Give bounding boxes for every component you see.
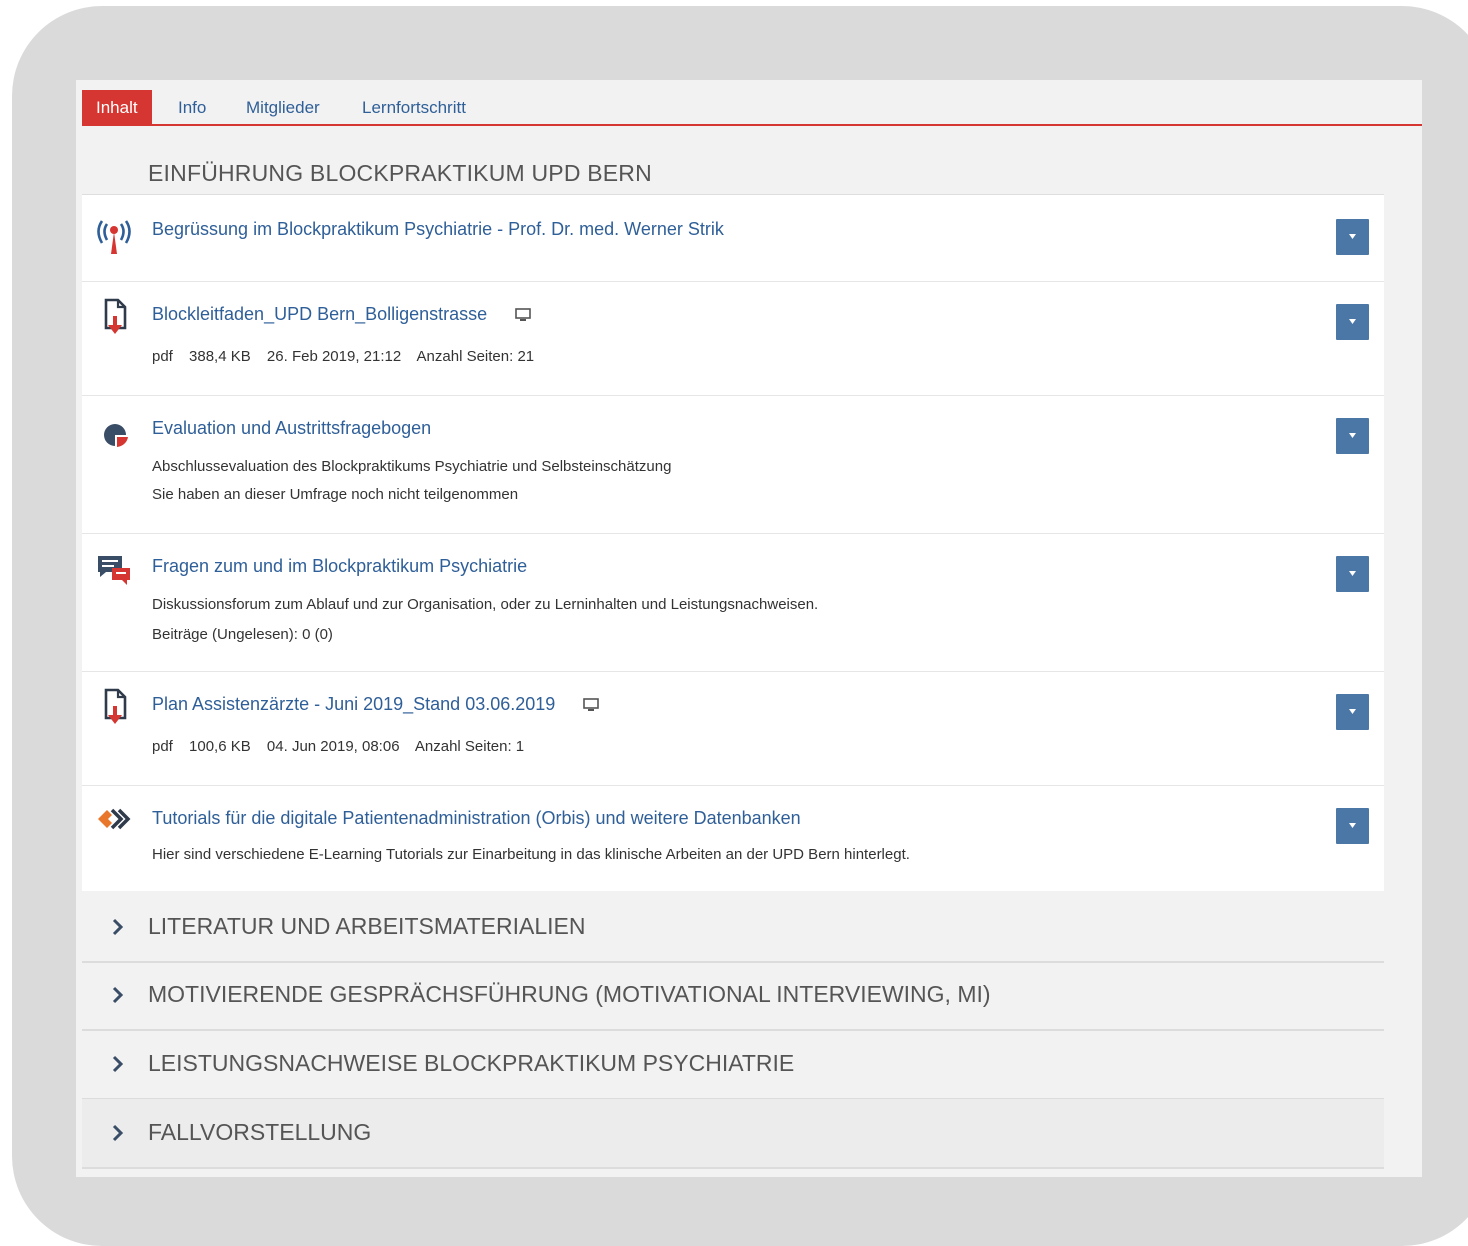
- item-list: Begrüssung im Blockpraktikum Psychiatrie…: [82, 195, 1384, 891]
- list-item: Plan Assistenzärzte - Juni 2019_Stand 03…: [82, 672, 1384, 786]
- collapsed-section[interactable]: LITERATUR UND ARBEITSMATERIALIEN: [82, 893, 1384, 963]
- monitor-icon: [514, 307, 532, 323]
- file-meta: pdf 100,6 KB 04. Jun 2019, 08:06 Anzahl …: [152, 738, 536, 755]
- file-meta: pdf 388,4 KB 26. Feb 2019, 21:12 Anzahl …: [152, 348, 546, 365]
- file-download-icon: [92, 684, 136, 728]
- item-actions-button[interactable]: [1336, 694, 1369, 730]
- broadcast-icon: [92, 211, 136, 255]
- item-title-link[interactable]: Tutorials für die digitale Patientenadmi…: [152, 808, 801, 829]
- list-item: Evaluation und Austrittsfragebogen Absch…: [82, 396, 1384, 534]
- forum-icon: [92, 550, 136, 594]
- caret-down-icon: [1349, 319, 1356, 324]
- item-actions-button[interactable]: [1336, 808, 1369, 844]
- item-description: Abschlussevaluation des Blockpraktikums …: [152, 458, 672, 475]
- survey-icon: [92, 414, 136, 458]
- caret-down-icon: [1349, 823, 1356, 828]
- section-title[interactable]: LITERATUR UND ARBEITSMATERIALIEN: [148, 913, 586, 940]
- item-actions-button[interactable]: [1336, 219, 1369, 255]
- caret-down-icon: [1349, 709, 1356, 714]
- chevron-right-icon[interactable]: [110, 985, 126, 1005]
- file-size: 388,4 KB: [189, 348, 251, 365]
- item-title-text: Blockleitfaden_UPD Bern_Bolligenstrasse: [152, 304, 488, 324]
- tab-inhalt[interactable]: Inhalt: [82, 90, 152, 124]
- item-description: Diskussionsforum zum Ablauf und zur Orga…: [152, 596, 819, 613]
- survey-status: Sie haben an dieser Umfrage noch nicht t…: [152, 486, 519, 503]
- file-download-icon: [92, 294, 136, 338]
- course-page: Inhalt Info Mitglieder Lernfortschritt E…: [76, 80, 1422, 1177]
- item-actions-button[interactable]: [1336, 304, 1369, 340]
- file-pages: Anzahl Seiten: 21: [416, 348, 535, 365]
- list-item: Tutorials für die digitale Patientenadmi…: [82, 786, 1384, 891]
- link-icon: [92, 798, 136, 842]
- caret-down-icon: [1349, 234, 1356, 239]
- section-title: EINFÜHRUNG BLOCKPRAKTIKUM UPD BERN: [148, 160, 652, 186]
- file-pages: Anzahl Seiten: 1: [414, 738, 525, 755]
- file-date: 04. Jun 2019, 08:06: [266, 738, 400, 755]
- section-title[interactable]: FALLVORSTELLUNG: [148, 1119, 371, 1146]
- item-title-link[interactable]: Blockleitfaden_UPD Bern_Bolligenstrasse: [152, 304, 532, 325]
- item-title-link[interactable]: Plan Assistenzärzte - Juni 2019_Stand 03…: [152, 694, 600, 715]
- list-item: Fragen zum und im Blockpraktikum Psychia…: [82, 534, 1384, 672]
- tab-info[interactable]: Info: [178, 90, 206, 124]
- collapsed-section[interactable]: MOTIVIERENDE GESPRÄCHSFÜHRUNG (MOTIVATIO…: [82, 961, 1384, 1031]
- file-type: pdf: [152, 738, 173, 755]
- file-date: 26. Feb 2019, 21:12: [266, 348, 402, 365]
- item-title-link[interactable]: Evaluation und Austrittsfragebogen: [152, 418, 431, 439]
- section-title[interactable]: LEISTUNGSNACHWEISE BLOCKPRAKTIKUM PSYCHI…: [148, 1050, 794, 1077]
- forum-post-count: Beiträge (Ungelesen): 0 (0): [152, 626, 333, 643]
- file-size: 100,6 KB: [189, 738, 251, 755]
- list-item: Begrüssung im Blockpraktikum Psychiatrie…: [82, 195, 1384, 282]
- item-description: Hier sind verschiedene E-Learning Tutori…: [152, 846, 910, 863]
- tab-bar: Inhalt Info Mitglieder Lernfortschritt: [82, 90, 1422, 126]
- item-title-text: Plan Assistenzärzte - Juni 2019_Stand 03…: [152, 694, 556, 714]
- item-title-link[interactable]: Begrüssung im Blockpraktikum Psychiatrie…: [152, 219, 724, 240]
- monitor-icon: [582, 697, 600, 713]
- list-item: Blockleitfaden_UPD Bern_Bolligenstrasse …: [82, 282, 1384, 396]
- chevron-right-icon[interactable]: [110, 1054, 126, 1074]
- section-title[interactable]: MOTIVIERENDE GESPRÄCHSFÜHRUNG (MOTIVATIO…: [148, 981, 991, 1008]
- item-actions-button[interactable]: [1336, 556, 1369, 592]
- collapsed-section[interactable]: LEISTUNGSNACHWEISE BLOCKPRAKTIKUM PSYCHI…: [82, 1030, 1384, 1100]
- caret-down-icon: [1349, 571, 1356, 576]
- item-title-link[interactable]: Fragen zum und im Blockpraktikum Psychia…: [152, 556, 527, 577]
- chevron-right-icon[interactable]: [110, 1123, 126, 1143]
- chevron-right-icon[interactable]: [110, 917, 126, 937]
- file-type: pdf: [152, 348, 173, 365]
- item-actions-button[interactable]: [1336, 418, 1369, 454]
- caret-down-icon: [1349, 433, 1356, 438]
- tab-mitglieder[interactable]: Mitglieder: [246, 90, 320, 124]
- tab-lernfortschritt[interactable]: Lernfortschritt: [362, 90, 466, 124]
- collapsed-section[interactable]: FALLVORSTELLUNG: [82, 1099, 1384, 1169]
